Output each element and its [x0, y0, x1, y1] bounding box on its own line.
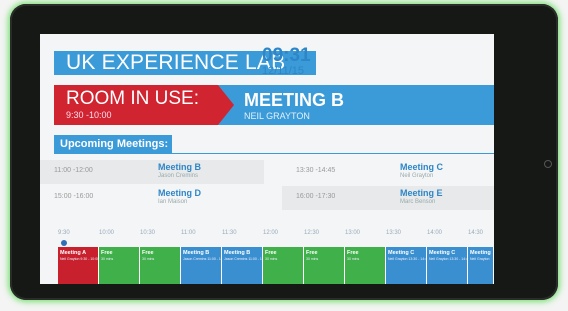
room-status-time: 9:30 -10:00 [66, 110, 112, 120]
timeline-tick: 14:00 [427, 230, 443, 236]
timeline-slot-detail: Jason Cremins 11:00 - 12:00 [224, 257, 262, 261]
upcoming-item-time: 15:00 -16:00 [54, 193, 94, 200]
timeline-slot-detail: Neil Grayton 13:30 - 14:45 [429, 257, 468, 261]
room-display-screen: UK EXPERIENCE LAB 09:31 12/11/15 ROOM IN… [40, 34, 494, 284]
timeline-tick: 11:30 [222, 230, 237, 236]
lab-title: UK EXPERIENCE LAB [66, 51, 286, 74]
timeline-tick: 13:30 [386, 230, 402, 236]
timeline-tick: 11:00 [181, 230, 196, 236]
upcoming-item-name: Meeting D [158, 188, 202, 198]
timeline-slot-title: Meeting B [224, 250, 251, 256]
timeline-slot[interactable]: Meeting BJason Cremins 11:00 - 12:00 [181, 247, 222, 284]
timeline-slot[interactable]: Meeting C Neil Grayton 13:30 - 14:45 [386, 247, 427, 284]
upcoming-item[interactable]: 15:00 -16:00 Meeting D Ian Maison [40, 186, 264, 210]
timeline-slot-detail: 30 mins [306, 257, 319, 261]
timeline-slot-title: Meeting A [60, 250, 87, 256]
room-status-label: ROOM IN USE: [66, 88, 200, 109]
timeline-tick: 9:30 [58, 230, 70, 236]
timeline-slot-detail: 30 mins [101, 257, 114, 261]
upcoming-item-time: 11:00 -12:00 [54, 167, 93, 174]
timeline-slot-title: Free [142, 250, 154, 256]
timeline-tick: 12:00 [263, 230, 279, 236]
upcoming-item-organiser: Ian Maison [158, 199, 188, 205]
timeline-slot-detail: Jason Cremins 11:00 - 12:00 [183, 257, 221, 261]
timeline-slot-title: Free [101, 250, 113, 256]
upcoming-item-organiser: Marc Benson [400, 199, 436, 205]
clock-time: 09:31 [262, 45, 311, 66]
timeline-slot-title: Free [347, 250, 359, 256]
timeline-slot-title: Meeting [470, 250, 491, 256]
timeline-tick: 10:00 [99, 230, 115, 236]
timeline-tick: 14:30 [468, 230, 484, 236]
current-meeting-title: MEETING B [244, 90, 345, 110]
upcoming-item-organiser: Jason Cremins [158, 173, 199, 179]
timeline-slot-title: Meeting B [183, 250, 210, 256]
timeline-slot[interactable]: Free 30 mins [99, 247, 140, 284]
current-time-marker [61, 240, 67, 246]
upcoming-item[interactable]: 13:30 -14:45 Meeting C Neil Grayton [282, 160, 494, 184]
timeline-slot-title: Free [306, 250, 318, 256]
timeline-slot[interactable]: Free 30 mins [263, 247, 304, 284]
timeline-slot-detail: 30 mins [142, 257, 155, 261]
timeline-slot-detail: 30 mins [347, 257, 360, 261]
upcoming-item-time: 16:00 -17:30 [296, 193, 336, 200]
timeline-slot[interactable]: Meeting BJason Cremins 11:00 - 12:00 [222, 247, 263, 284]
timeline-slot-detail: Neil Grayton [470, 257, 490, 261]
timeline-tick: 12:30 [304, 230, 320, 236]
upcoming-item-time: 13:30 -14:45 [296, 167, 336, 174]
upcoming-item-organiser: Neil Grayton [400, 173, 434, 179]
clock-date: 12/11/15 [262, 65, 305, 77]
upcoming-item[interactable]: 16:00 -17:30 Meeting E Marc Benson [282, 186, 494, 210]
timeline-tick: 13:00 [345, 230, 361, 236]
upcoming-item[interactable]: 11:00 -12:00 Meeting B Jason Cremins [40, 160, 264, 184]
timeline-slot[interactable]: Free 30 mins [304, 247, 345, 284]
timeline-slot[interactable]: Meeting A Neil Grayton 9:30 - 10:00 [58, 247, 99, 284]
timeline-slot[interactable]: Free 30 mins [345, 247, 386, 284]
camera-dot [544, 160, 552, 168]
status-arrow [218, 85, 234, 125]
timeline-slot-detail: Neil Grayton 13:30 - 14:45 [388, 257, 427, 261]
timeline-slot[interactable]: Free 30 mins [140, 247, 181, 284]
timeline-tick: 10:30 [140, 230, 156, 236]
upcoming-heading: Upcoming Meetings: [54, 135, 172, 154]
timeline-slot-detail: Neil Grayton 9:30 - 10:00 [60, 257, 99, 261]
upcoming-item-name: Meeting E [400, 188, 443, 198]
timeline-slot[interactable]: Meeting Neil Grayton [468, 247, 494, 284]
timeline-slot-title: Meeting C [429, 250, 456, 256]
current-meeting-organiser: NEIL GRAYTON [244, 111, 310, 121]
upcoming-item-name: Meeting B [158, 162, 202, 172]
day-timeline: 9:30 10:00 10:30 11:00 11:30 12:00 12:30 13:00 1… [40, 224, 494, 284]
timeline-slot[interactable]: Meeting C Neil Grayton 13:30 - 14:45 [427, 247, 468, 284]
timeline-slot-title: Free [265, 250, 277, 256]
upcoming-item-name: Meeting C [400, 162, 444, 172]
timeline-slot-detail: 30 mins [265, 257, 278, 261]
timeline-slot-title: Meeting C [388, 250, 415, 256]
upcoming-divider [172, 153, 494, 154]
